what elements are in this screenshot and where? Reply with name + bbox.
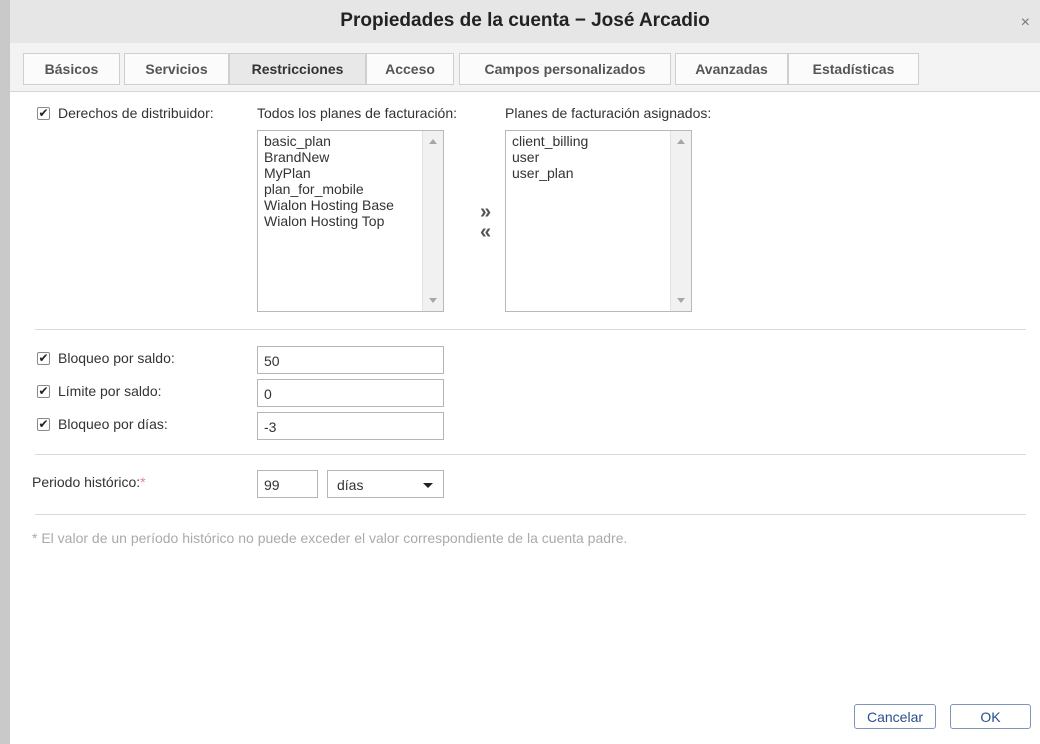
balance-limit-checkbox[interactable]: ✔ bbox=[37, 385, 50, 398]
dealer-rights-checkbox[interactable]: ✔ bbox=[37, 107, 50, 120]
list-item[interactable]: client_billing bbox=[512, 133, 588, 149]
tab-basicos[interactable]: Básicos bbox=[23, 53, 120, 85]
scroll-up-icon[interactable] bbox=[677, 139, 685, 144]
scroll-down-icon[interactable] bbox=[677, 298, 685, 303]
tab-estadisticas[interactable]: Estadísticas bbox=[788, 53, 919, 85]
list-item[interactable]: plan_for_mobile bbox=[264, 181, 394, 197]
tab-bar: Básicos Servicios Restricciones Acceso C… bbox=[10, 43, 1040, 92]
divider bbox=[35, 514, 1026, 515]
history-note: * El valor de un período histórico no pu… bbox=[32, 530, 628, 546]
list-item[interactable]: BrandNew bbox=[264, 149, 394, 165]
tab-acceso[interactable]: Acceso bbox=[366, 53, 454, 85]
close-icon[interactable]: × bbox=[1021, 14, 1030, 32]
list-item[interactable]: basic_plan bbox=[264, 133, 394, 149]
days-block-label: Bloqueo por días: bbox=[58, 416, 168, 432]
dialog-title: Propiedades de la cuenta − José Arcadio bbox=[340, 10, 710, 31]
ok-button[interactable]: OK bbox=[950, 704, 1031, 729]
scroll-down-icon[interactable] bbox=[429, 298, 437, 303]
required-mark: * bbox=[140, 474, 146, 490]
divider bbox=[35, 454, 1026, 455]
tab-restricciones[interactable]: Restricciones bbox=[229, 53, 366, 85]
list-item[interactable]: Wialon Hosting Top bbox=[264, 213, 394, 229]
balance-limit-label: Límite por saldo: bbox=[58, 383, 162, 399]
history-period-input[interactable]: 99 bbox=[257, 470, 318, 498]
all-plans-label: Todos los planes de facturación: bbox=[257, 105, 458, 121]
tab-servicios[interactable]: Servicios bbox=[124, 53, 229, 85]
divider bbox=[35, 329, 1026, 330]
days-block-checkbox[interactable]: ✔ bbox=[37, 418, 50, 431]
caret-down-icon bbox=[423, 483, 433, 488]
balance-block-input[interactable]: 50 bbox=[257, 346, 444, 374]
list-item[interactable]: MyPlan bbox=[264, 165, 394, 181]
tab-campos-personalizados[interactable]: Campos personalizados bbox=[459, 53, 671, 85]
list-item[interactable]: Wialon Hosting Base bbox=[264, 197, 394, 213]
balance-block-checkbox[interactable]: ✔ bbox=[37, 352, 50, 365]
title-bar: Propiedades de la cuenta − José Arcadio … bbox=[10, 0, 1040, 44]
dealer-rights-label: Derechos de distribuidor: bbox=[58, 105, 214, 121]
balance-block-label: Bloqueo por saldo: bbox=[58, 350, 175, 366]
tab-avanzadas[interactable]: Avanzadas bbox=[675, 53, 788, 85]
list-item[interactable]: user bbox=[512, 149, 588, 165]
list-scrollbar[interactable] bbox=[422, 131, 443, 311]
cancel-button[interactable]: Cancelar bbox=[854, 704, 936, 729]
history-unit-select[interactable]: días bbox=[327, 470, 444, 498]
list-item[interactable]: user_plan bbox=[512, 165, 588, 181]
balance-limit-input[interactable]: 0 bbox=[257, 379, 444, 407]
account-properties-dialog: Propiedades de la cuenta − José Arcadio … bbox=[10, 0, 1040, 744]
history-unit-value: días bbox=[337, 477, 364, 493]
remove-plan-button[interactable]: « bbox=[480, 222, 491, 242]
assigned-plans-list[interactable]: client_billing user user_plan bbox=[505, 130, 692, 312]
add-plan-button[interactable]: » bbox=[480, 202, 491, 222]
days-block-input[interactable]: -3 bbox=[257, 412, 444, 440]
history-period-label: Periodo histórico:* bbox=[32, 474, 146, 490]
list-scrollbar[interactable] bbox=[670, 131, 691, 311]
scroll-up-icon[interactable] bbox=[429, 139, 437, 144]
all-plans-list[interactable]: basic_plan BrandNew MyPlan plan_for_mobi… bbox=[257, 130, 444, 312]
assigned-plans-label: Planes de facturación asignados: bbox=[505, 105, 712, 121]
